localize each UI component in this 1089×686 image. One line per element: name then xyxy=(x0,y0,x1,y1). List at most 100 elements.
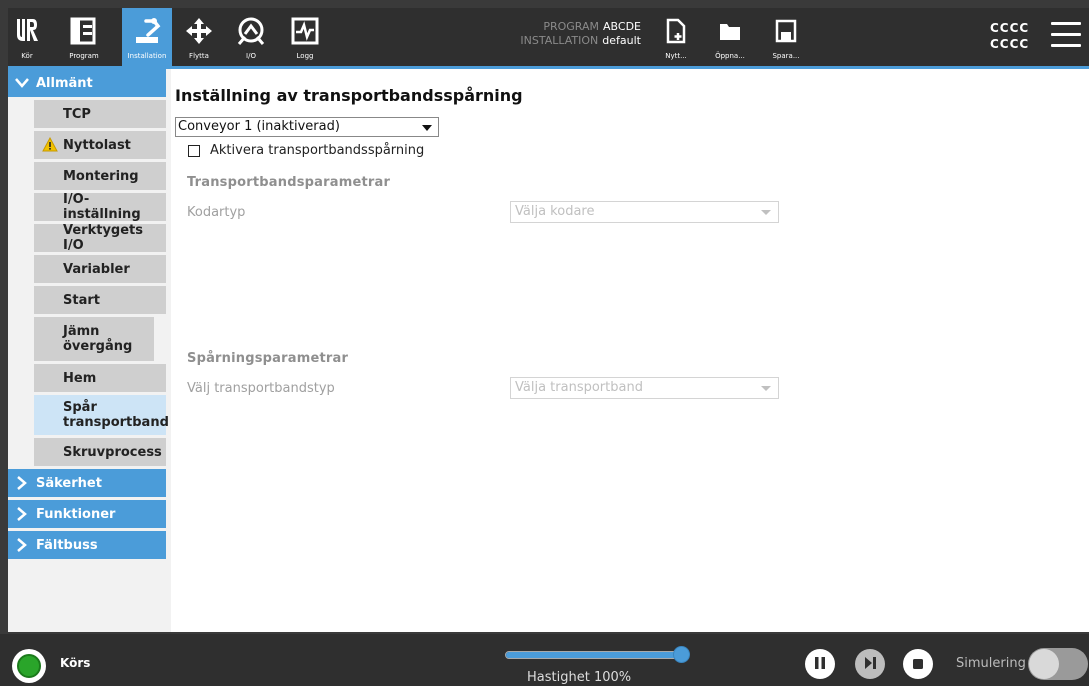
pause-button[interactable] xyxy=(805,649,835,679)
log-chart-icon xyxy=(291,16,319,46)
run-tab-label: Kör xyxy=(21,52,33,60)
sidebar-item-home[interactable]: Hem xyxy=(34,364,166,392)
sidebar-category-label: Allmänt xyxy=(36,75,93,91)
top-bar: Kör Program Installation Flytta I/O Logg… xyxy=(8,8,1089,69)
pause-icon xyxy=(813,655,827,674)
ur-logo-icon xyxy=(15,16,39,46)
sidebar-item-label: Nyttolast xyxy=(63,137,131,153)
simulation-toggle[interactable] xyxy=(1028,648,1088,680)
speed-slider-handle[interactable] xyxy=(672,646,690,663)
bottom-bar: Körs Hastighet 100% Simulering xyxy=(0,634,1089,686)
sidebar-category-safety[interactable]: Säkerhet xyxy=(8,469,166,497)
dropdown-arrow-icon xyxy=(761,386,771,391)
installation-name: default xyxy=(602,34,641,47)
user-indicator: CCCC CCCC xyxy=(990,20,1029,52)
new-button-label: Nytt... xyxy=(665,52,687,60)
log-tab-label: Logg xyxy=(296,52,314,60)
robot-status-text: Körs xyxy=(60,656,91,670)
sidebar-item-tool-io[interactable]: Verktygets I/O xyxy=(34,223,166,253)
hamburger-menu-icon[interactable] xyxy=(1051,22,1081,48)
open-button[interactable]: Öppna... xyxy=(708,8,752,66)
chevron-right-icon xyxy=(8,507,36,521)
sidebar-item-startup[interactable]: Start xyxy=(34,286,166,314)
sidebar-item-variables[interactable]: Variabler xyxy=(34,255,166,283)
save-disk-icon xyxy=(775,16,797,46)
dropdown-arrow-icon xyxy=(761,210,771,215)
new-file-icon xyxy=(665,16,687,46)
step-button[interactable] xyxy=(855,649,885,679)
installation-tab-label: Installation xyxy=(127,52,167,60)
move-tab[interactable]: Flytta xyxy=(178,8,220,66)
sidebar-item-label: Start xyxy=(63,292,100,308)
program-tree-icon xyxy=(69,16,99,46)
speed-slider-fill xyxy=(506,652,684,658)
run-tab[interactable]: Kör xyxy=(8,8,46,66)
conveyor-type-select[interactable]: Välja transportband xyxy=(510,377,779,399)
sidebar-category-label: Fältbuss xyxy=(36,537,98,553)
move-tab-label: Flytta xyxy=(189,52,209,60)
conveyor-select[interactable]: Conveyor 1 (inaktiverad) xyxy=(175,117,439,137)
io-tab-label: I/O xyxy=(246,52,256,60)
power-status-indicator xyxy=(17,654,41,678)
enable-tracking-checkbox[interactable] xyxy=(188,144,200,157)
sidebar-item-io-setup[interactable]: I/O-inställning xyxy=(34,192,166,222)
speed-slider-track[interactable] xyxy=(505,651,685,659)
program-label: PROGRAM xyxy=(543,20,600,33)
sidebar-item-label: Hem xyxy=(63,370,97,386)
save-button[interactable]: Spara... xyxy=(764,8,808,66)
sidebar-item-payload[interactable]: Nyttolast xyxy=(34,131,166,159)
user-line-1: CCCC xyxy=(990,21,1030,35)
new-button[interactable]: Nytt... xyxy=(656,8,696,66)
conveyor-type-placeholder: Välja transportband xyxy=(515,380,643,395)
sidebar-category-general[interactable]: Allmänt xyxy=(8,69,166,97)
simulation-toggle-knob xyxy=(1029,649,1059,679)
installation-label: INSTALLATION xyxy=(520,34,599,47)
folder-icon xyxy=(718,16,742,46)
sidebar-category-label: Funktioner xyxy=(36,506,116,522)
sidebar-item-label: Montering xyxy=(63,168,139,184)
sidebar-item-label: Skruvprocess xyxy=(63,444,162,460)
conveyor-parameters-heading: Transportbandsparametrar xyxy=(187,175,391,190)
encoder-type-select[interactable]: Välja kodare xyxy=(510,201,779,223)
page-title: Inställning av transportbandsspårning xyxy=(175,86,523,105)
enable-tracking-row[interactable]: Aktivera transportbandsspårning xyxy=(188,143,424,158)
chevron-down-icon xyxy=(8,78,36,88)
sidebar-item-screwdriving[interactable]: Skruvprocess xyxy=(34,438,166,466)
power-status-button[interactable] xyxy=(12,649,46,683)
open-button-label: Öppna... xyxy=(715,52,745,60)
sidebar-item-conveyor-tracking[interactable]: Spår transportband xyxy=(34,395,169,435)
sidebar: Allmänt TCP Nyttolast Montering I/O-inst… xyxy=(8,69,171,632)
conveyor-select-value: Conveyor 1 (inaktiverad) xyxy=(178,119,340,134)
program-name: ABCDE xyxy=(603,20,641,33)
chevron-right-icon xyxy=(8,538,36,552)
sidebar-category-label: Säkerhet xyxy=(36,475,102,491)
sidebar-item-smooth-transition[interactable]: Jämn övergång xyxy=(34,317,154,361)
enable-tracking-label: Aktivera transportbandsspårning xyxy=(210,143,425,158)
encoder-type-label: Kodartyp xyxy=(187,205,246,220)
sidebar-item-label: Verktygets I/O xyxy=(63,223,143,253)
warning-icon xyxy=(42,136,58,156)
step-icon xyxy=(863,655,877,674)
sidebar-category-features[interactable]: Funktioner xyxy=(8,500,166,528)
user-line-2: CCCC xyxy=(990,37,1030,51)
sidebar-item-tcp[interactable]: TCP xyxy=(34,100,166,128)
simulation-label: Simulering xyxy=(956,656,1026,671)
chevron-right-icon xyxy=(8,476,36,490)
io-tab[interactable]: I/O xyxy=(230,8,272,66)
main-panel: Inställning av transportbandsspårning Co… xyxy=(171,69,1089,632)
stop-button[interactable] xyxy=(903,649,933,679)
sidebar-item-label: Jämn övergång xyxy=(63,324,133,354)
program-tab[interactable]: Program xyxy=(46,8,122,66)
log-tab[interactable]: Logg xyxy=(284,8,326,66)
sidebar-item-label: Spår transportband xyxy=(63,400,169,430)
sidebar-category-fieldbus[interactable]: Fältbuss xyxy=(8,531,166,559)
tracking-parameters-heading: Spårningsparametrar xyxy=(187,351,349,366)
move-arrows-icon xyxy=(185,16,213,46)
sidebar-item-label: TCP xyxy=(63,106,91,122)
program-tab-label: Program xyxy=(69,52,99,60)
installation-robot-icon xyxy=(132,16,162,46)
stop-icon xyxy=(912,655,924,674)
installation-tab[interactable]: Installation xyxy=(122,8,172,66)
sidebar-item-mounting[interactable]: Montering xyxy=(34,162,166,190)
save-button-label: Spara... xyxy=(772,52,800,60)
